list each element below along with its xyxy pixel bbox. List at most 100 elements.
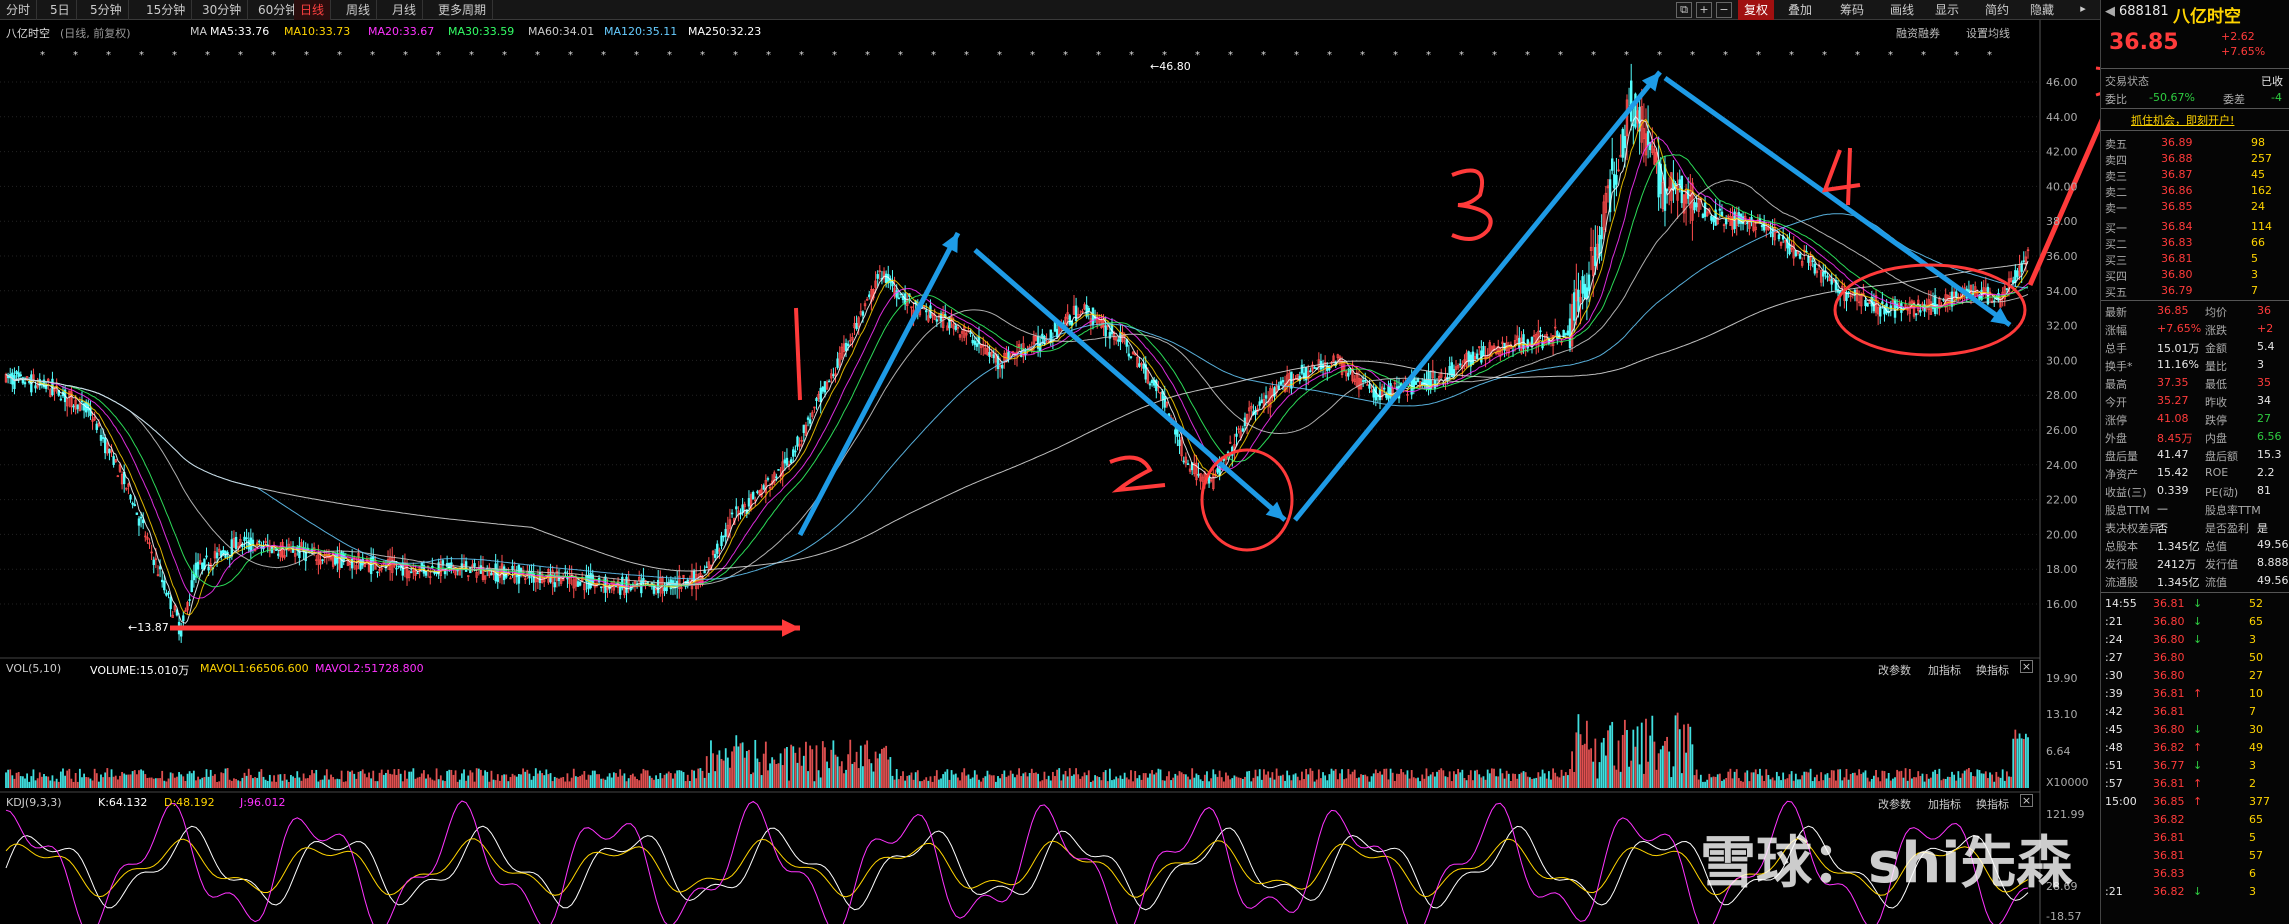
open-account-link[interactable]: 抓住机会，即刻开户! — [2131, 112, 2234, 128]
volume-bar — [1284, 780, 1286, 788]
tab-15min[interactable]: 15分钟 — [140, 0, 193, 20]
candle-body — [1798, 253, 1802, 259]
kdj-change-params-button[interactable]: 改参数 — [1878, 796, 1911, 812]
volume-bar — [543, 775, 546, 788]
volume-bar — [218, 781, 221, 788]
tab-fenshi[interactable]: 分时 — [0, 0, 38, 20]
set-ma-link[interactable]: 设置均线 — [1966, 25, 2010, 41]
volume-bar — [1678, 729, 1681, 788]
price-tick: 32.00 — [2046, 320, 2078, 333]
volume-bar — [353, 773, 356, 788]
ask-level-label: 卖二 — [2105, 186, 2127, 199]
candle-body — [600, 586, 603, 589]
volume-bar — [214, 774, 216, 788]
tab-weekly[interactable]: 周线 — [340, 0, 378, 20]
tab-5min[interactable]: 5分钟 — [84, 0, 129, 20]
tab-daily[interactable]: 日线 — [294, 0, 332, 20]
volume-bar — [1159, 769, 1162, 788]
volume-bar — [674, 773, 676, 788]
draw-button[interactable]: 画线 — [1890, 0, 1914, 20]
volume-bar — [1940, 780, 1943, 788]
volume-bar — [361, 769, 364, 788]
adjust-button[interactable]: 复权 — [1738, 0, 1775, 20]
candle-body — [821, 386, 825, 392]
stock-chart[interactable]: * * * * * * * * * * * * * * * * * * * * * * * * * * * * * * * * * * * * * * * *… — [0, 0, 2100, 924]
volume-bar — [526, 769, 529, 788]
vol-switch-indicator-button[interactable]: 换指标 — [1976, 662, 2009, 678]
margin-trading-link[interactable]: 融资融券 — [1896, 25, 1940, 41]
ask-level-label: 卖五 — [2105, 138, 2127, 151]
volume-bar — [1699, 774, 1702, 788]
hide-button[interactable]: 隐藏 — [2030, 0, 2054, 20]
volume-bar — [228, 779, 231, 788]
tick-time: :48 — [2105, 741, 2123, 754]
stat-value: 15.01万 — [2157, 342, 2200, 355]
zoom-out-icon[interactable]: − — [1716, 2, 1732, 18]
volume-bar — [1075, 768, 1077, 788]
stat-value: 2.2 — [2257, 466, 2275, 479]
volume-bar — [536, 773, 539, 788]
chips-button[interactable]: 筹码 — [1840, 0, 1864, 20]
volume-bar — [701, 770, 704, 788]
zoom-in-icon[interactable]: + — [1696, 2, 1712, 18]
tab-30min[interactable]: 30分钟 — [196, 0, 249, 20]
price-tick: 30.00 — [2046, 354, 2078, 367]
volume-bar — [859, 745, 862, 788]
volume-bar — [722, 760, 725, 788]
volume-bar — [1767, 774, 1770, 788]
vol-change-params-button[interactable]: 改参数 — [1878, 662, 1911, 678]
volume-bar — [600, 778, 603, 788]
event-marker: * — [568, 50, 573, 61]
volume-bar — [330, 774, 332, 788]
tick-volume: 7 — [2249, 705, 2256, 718]
up-arrow-icon: ↑ — [2193, 795, 2203, 808]
tab-more-periods[interactable]: 更多周期 — [432, 0, 494, 20]
candle-body — [169, 596, 172, 610]
tick-volume: 65 — [2249, 615, 2263, 628]
close-icon[interactable]: × — [2020, 794, 2033, 807]
volume-bar — [1423, 778, 1426, 788]
expand-icon[interactable]: ⧉ — [1676, 2, 1692, 18]
candle-body — [808, 419, 812, 424]
volume-bar — [1509, 780, 1512, 788]
candle-body — [1427, 371, 1430, 390]
volume-bar — [676, 770, 679, 788]
volume-bar — [1020, 776, 1023, 788]
kdj-add-indicator-button[interactable]: 加指标 — [1928, 796, 1961, 812]
event-marker: * — [1987, 50, 1992, 61]
nav-arrow-icon[interactable]: ▸ — [2075, 2, 2091, 18]
kdj-switch-indicator-button[interactable]: 换指标 — [1976, 796, 2009, 812]
vol-indicator[interactable]: VOL(5,10) — [6, 662, 61, 675]
volume-bar — [1212, 769, 1215, 788]
event-marker: * — [1921, 50, 1926, 61]
candle-body — [23, 382, 27, 385]
volume-bar — [661, 778, 664, 788]
volume-bar — [1089, 781, 1092, 788]
volume-bar — [1887, 773, 1890, 788]
kdj-indicator[interactable]: KDJ(9,3,3) — [6, 796, 62, 809]
vol-add-indicator-button[interactable]: 加指标 — [1928, 662, 1961, 678]
volume-bar — [1946, 776, 1949, 788]
volume-bar — [437, 779, 440, 788]
volume-bar — [435, 768, 438, 788]
volume-bar — [1060, 780, 1063, 788]
volume-bar — [849, 739, 852, 788]
candle-body — [669, 579, 673, 590]
back-arrow-icon[interactable]: ◀ — [2105, 4, 2115, 19]
tab-5day[interactable]: 5日 — [44, 0, 77, 20]
volume-bar — [1417, 777, 1419, 788]
tab-monthly[interactable]: 月线 — [386, 0, 424, 20]
ma-line — [5, 118, 2029, 616]
simple-button[interactable]: 简约 — [1985, 0, 2009, 20]
close-icon[interactable]: × — [2020, 660, 2033, 673]
volume-bar — [1244, 776, 1246, 788]
overlay-button[interactable]: 叠加 — [1788, 0, 1812, 20]
candle-body — [578, 581, 582, 586]
volume-bar — [1607, 730, 1609, 788]
kdj-d-value: D:48.192 — [164, 796, 215, 809]
stat-label: 今开 — [2105, 396, 2127, 409]
volume-bar — [152, 778, 155, 788]
stat-value: 34 — [2257, 394, 2271, 407]
volume-bar — [1096, 776, 1099, 788]
display-button[interactable]: 显示 — [1935, 0, 1959, 20]
